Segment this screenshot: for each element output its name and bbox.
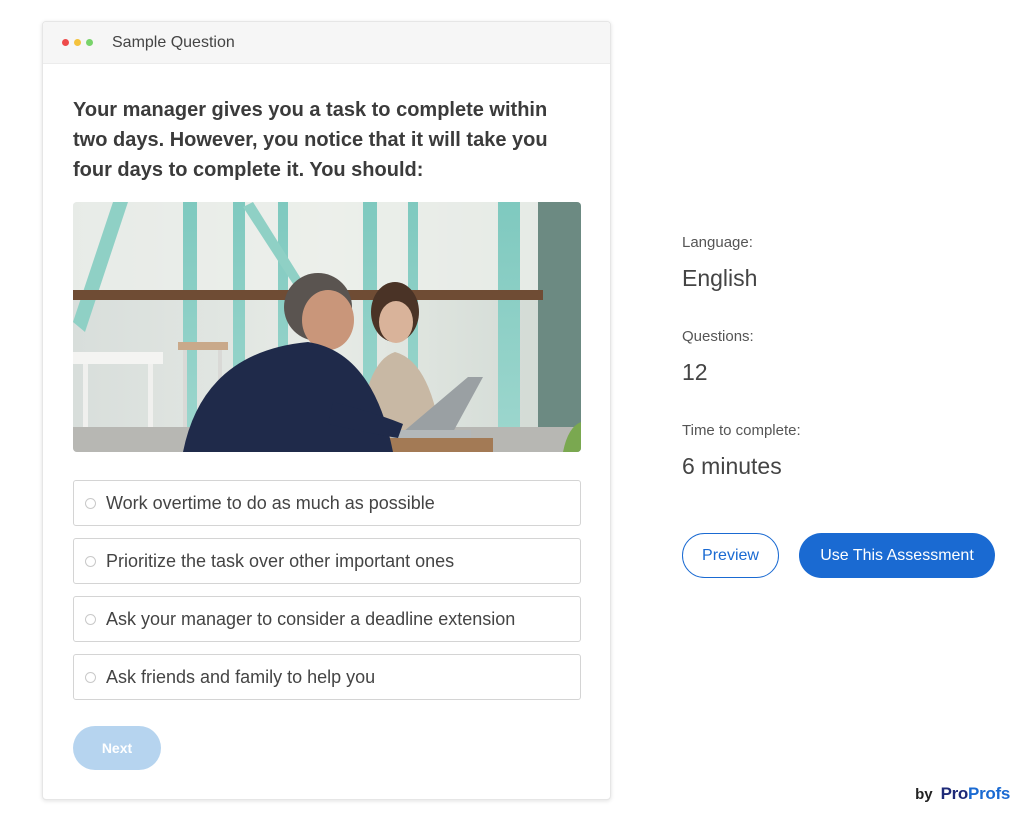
questions-label: Questions: <box>682 328 754 346</box>
language-label-text: Language: <box>682 234 753 251</box>
proprofs-logo[interactable]: ProProfs <box>940 784 1011 804</box>
card-title: Sample Question <box>112 33 235 51</box>
answer-option-1[interactable]: Work overtime to do as much as possible <box>73 480 581 526</box>
time-label: Time to complete: <box>682 422 801 440</box>
question-image <box>73 202 581 452</box>
brand-footer: by ProProfs <box>915 784 1010 804</box>
sample-question-card: Sample Question Your manager gives you a… <box>42 21 611 800</box>
questions-value: 12 <box>682 359 708 386</box>
answer-option-2[interactable]: Prioritize the task over other important… <box>73 538 581 584</box>
time-label-text: Time to complete: <box>682 422 801 439</box>
green-dot-icon <box>86 39 93 46</box>
answer-option-label: Ask friends and family to help you <box>106 666 376 687</box>
time-value: 6 minutes <box>682 453 782 480</box>
card-header: Sample Question <box>43 22 610 64</box>
time-value-text: 6 minutes <box>682 453 782 479</box>
preview-button[interactable]: Preview <box>682 533 779 578</box>
questions-label-text: Questions: <box>682 328 754 345</box>
question-text: Your manager gives you a task to complet… <box>73 99 548 181</box>
brand-by-text: by <box>915 786 933 803</box>
answer-option-4[interactable]: Ask friends and family to help you <box>73 654 581 700</box>
logo-part-profs: Profs <box>968 784 1010 803</box>
radio-icon[interactable] <box>85 671 96 683</box>
use-assessment-button[interactable]: Use This Assessment <box>799 533 995 578</box>
next-button[interactable]: Next <box>73 726 161 770</box>
radio-icon[interactable] <box>85 555 96 567</box>
answer-option-label: Work overtime to do as much as possible <box>106 492 435 513</box>
logo-part-pro: Pro <box>940 784 969 803</box>
answer-options: Work overtime to do as much as possible … <box>73 480 581 712</box>
language-label: Language: <box>682 234 753 252</box>
window-dots <box>62 39 93 46</box>
questions-value-text: 12 <box>682 359 708 385</box>
answer-option-label: Prioritize the task over other important… <box>106 550 455 571</box>
language-value-text: English <box>682 265 758 291</box>
answer-option-3[interactable]: Ask your manager to consider a deadline … <box>73 596 581 642</box>
radio-icon[interactable] <box>85 497 96 509</box>
language-value: English <box>682 265 757 292</box>
red-dot-icon <box>62 39 69 46</box>
radio-icon[interactable] <box>85 613 96 625</box>
yellow-dot-icon <box>74 39 81 46</box>
answer-option-label: Ask your manager to consider a deadline … <box>106 608 516 629</box>
